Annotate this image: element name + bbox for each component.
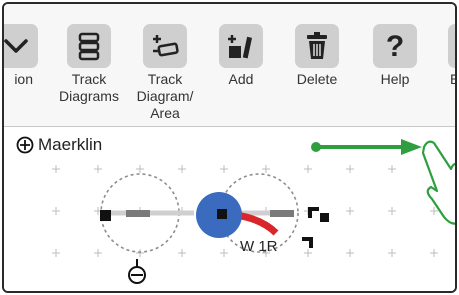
- hand-pointer-icon: [421, 140, 455, 225]
- help-label: Help: [380, 71, 410, 87]
- connector-square: [320, 213, 329, 222]
- pointer-arrow-head: [401, 139, 422, 155]
- active-route: [235, 211, 279, 236]
- grid-mark: [388, 207, 396, 215]
- track-diagram-area-label-2: Diagram/: [136, 88, 194, 104]
- grid-mark: [388, 249, 396, 257]
- toolbar: ion Track Diagrams Track Diagram/ Area A…: [4, 4, 455, 127]
- delete-label: Delete: [296, 71, 338, 87]
- edit-icon: [448, 24, 455, 68]
- diagram-title: Maerklin: [16, 135, 102, 155]
- track-diagram-area-label-3: Area: [150, 105, 180, 121]
- track-diagram-canvas[interactable]: W 1R Maerklin: [4, 127, 455, 291]
- grid-mark: [94, 165, 102, 173]
- collapse-button[interactable]: ion: [4, 24, 46, 88]
- delete-button[interactable]: Delete: [286, 24, 348, 88]
- track-diagrams-label-2: Diagrams: [59, 88, 119, 104]
- track-diagrams-icon: [67, 24, 111, 68]
- track-diagrams-button[interactable]: Track Diagrams: [56, 24, 122, 105]
- grid-mark: [304, 249, 312, 257]
- grid-mark: [388, 165, 396, 173]
- grid-mark: [94, 249, 102, 257]
- grid-mark: [136, 165, 144, 173]
- track-block: [126, 210, 150, 217]
- grid-mark: [52, 165, 60, 173]
- track-block: [270, 210, 294, 217]
- add-track-icon: [219, 24, 263, 68]
- grid-mark: [178, 249, 186, 257]
- grid-mark: [220, 165, 228, 173]
- add-track-diagram-icon: [143, 24, 187, 68]
- help-icon: ?: [373, 24, 417, 68]
- connector-square: [100, 210, 111, 221]
- grid-mark: [304, 165, 312, 173]
- chevron-down-icon: [4, 24, 38, 68]
- collapse-label: ion: [14, 71, 33, 87]
- track-diagram-area-button[interactable]: Track Diagram/ Area: [132, 24, 198, 122]
- grid-mark: [52, 207, 60, 215]
- help-button[interactable]: ? Help: [364, 24, 426, 88]
- diagram-title-text: Maerklin: [38, 135, 103, 154]
- connector-square: [308, 207, 319, 218]
- edit-label: E: [440, 71, 455, 88]
- grid-mark: [136, 249, 144, 257]
- grid-mark: [178, 165, 186, 173]
- grid-mark: [346, 249, 354, 257]
- add-label: Add: [228, 71, 254, 87]
- track-diagrams-label-1: Track: [71, 71, 107, 87]
- grid-mark: [346, 165, 354, 173]
- trash-icon: [295, 24, 339, 68]
- grid-mark: [430, 207, 438, 215]
- add-button[interactable]: Add: [210, 24, 272, 88]
- connector-square: [302, 237, 313, 248]
- grid-mark: [430, 249, 438, 257]
- edit-button[interactable]: E: [440, 24, 455, 88]
- grid-mark: [52, 249, 60, 257]
- app-window: ion Track Diagrams Track Diagram/ Area A…: [2, 2, 457, 293]
- connector-square: [217, 209, 227, 219]
- grid-mark: [220, 249, 228, 257]
- grid-mark: [346, 207, 354, 215]
- crosshair-icon[interactable]: [16, 136, 34, 154]
- pointer-arrow-start: [311, 142, 321, 152]
- grid-mark: [262, 165, 270, 173]
- track-diagram-area-label-1: Track: [147, 71, 183, 87]
- switch-label: W 1R: [240, 238, 278, 255]
